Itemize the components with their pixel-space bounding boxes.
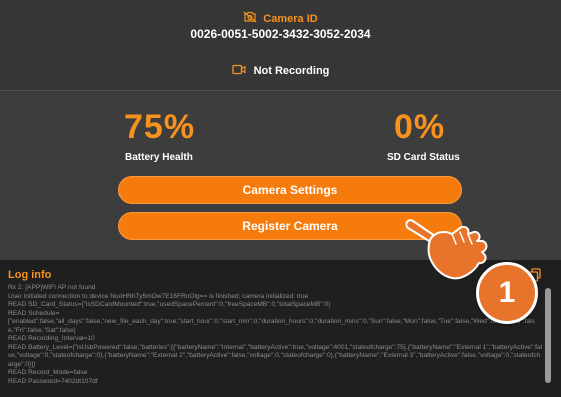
camera-header: Camera ID 0026-0051-5002-3432-3052-2034 …	[0, 0, 561, 91]
log-line: ["enabled":false,"all_days":false,"new_f…	[8, 318, 535, 334]
log-scrollbar[interactable]	[545, 288, 551, 383]
log-line: READ Password=7402dt107df	[8, 377, 98, 385]
camera-settings-button[interactable]: Camera Settings	[118, 176, 462, 204]
sd-card-label: SD Card Status	[387, 152, 460, 163]
camera-id-value: 0026-0051-5002-3432-3052-2034	[190, 27, 371, 41]
camera-id-label: Camera ID	[263, 13, 318, 25]
sd-card-percent: 0%	[394, 108, 446, 146]
video-camera-icon	[231, 62, 246, 80]
log-text[interactable]: Rx 2: [APP]WIFI AP not found User initia…	[8, 284, 543, 397]
step-number-badge: 1	[476, 262, 538, 324]
recording-status-row: Not Recording	[0, 62, 561, 80]
battery-label: Battery Health	[125, 152, 193, 163]
log-line: READ Schedule=	[8, 309, 60, 317]
log-line: READ Battery_Level={"isUsbPowered":false…	[8, 343, 543, 368]
battery-percent: 75%	[124, 108, 196, 146]
camera-off-icon	[243, 10, 257, 28]
camera-id-row: Camera ID	[0, 10, 561, 28]
recording-status: Not Recording	[253, 65, 330, 77]
log-line: READ Recording_Interval=10	[8, 335, 95, 342]
log-line: READ SD_Card_Status={"isSDCardMounted":t…	[8, 301, 331, 308]
log-line: User initiated connection to device NuoH…	[8, 292, 309, 300]
log-title: Log info	[8, 269, 52, 281]
log-line: READ Record_Mode=false	[8, 369, 88, 376]
